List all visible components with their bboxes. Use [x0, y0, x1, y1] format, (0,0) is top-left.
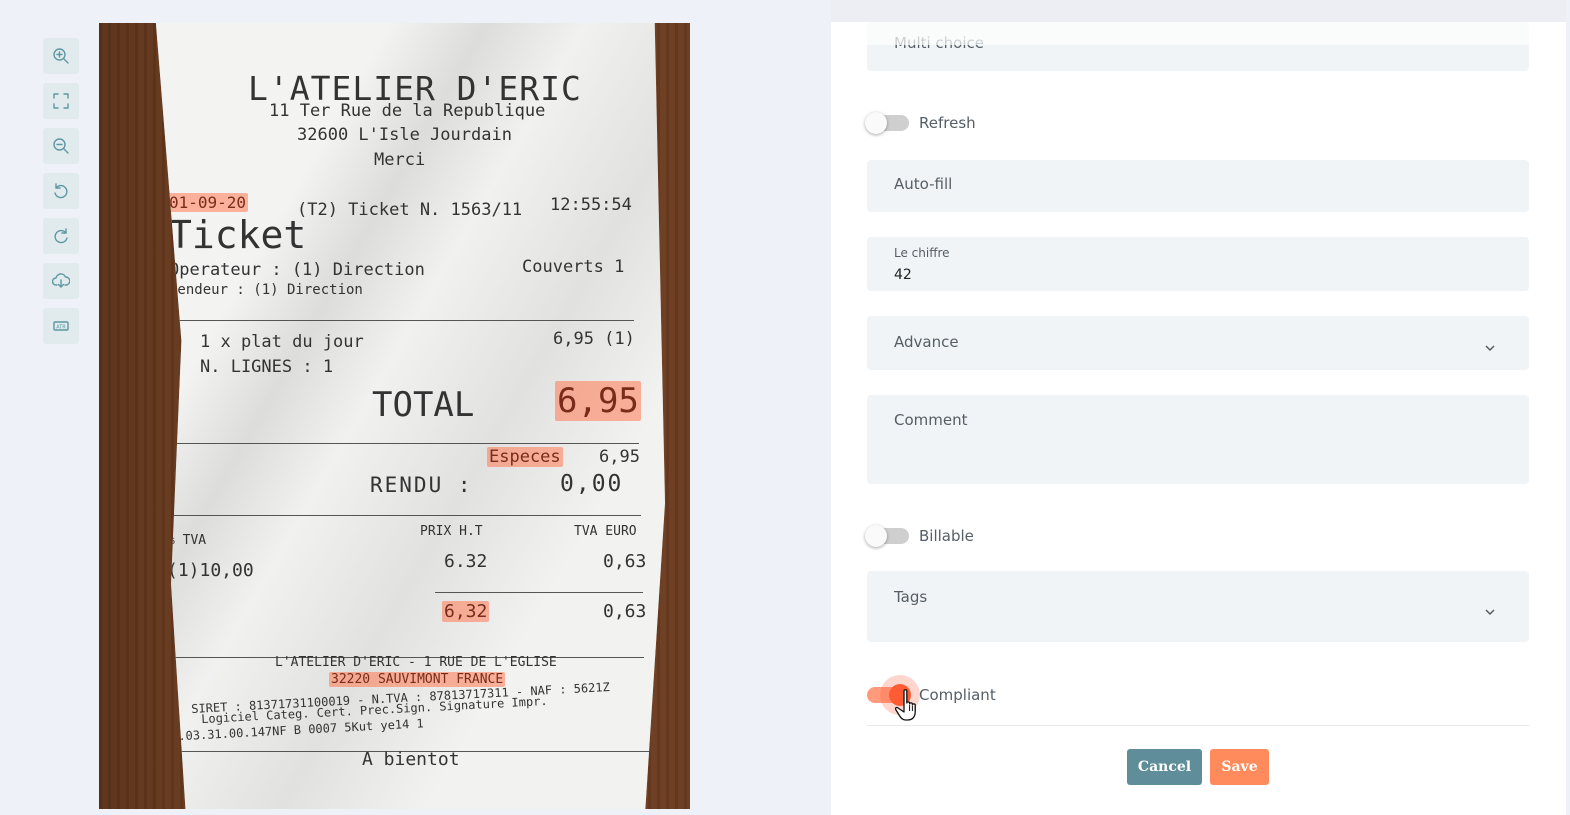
- receipt-line-2: [169, 443, 639, 444]
- advance-label: Advance: [894, 333, 959, 351]
- receipt-address1: 11 Ter Rue de la Republique: [269, 101, 546, 121]
- chiffre-label: Le chiffre: [894, 246, 950, 260]
- form-panel: Multi choice Refresh Auto-fill Le chiffr…: [831, 0, 1566, 815]
- fit-screen-icon: [53, 93, 69, 109]
- receipt-prix-header: PRIX H.T: [420, 524, 483, 539]
- zoom-out-button[interactable]: [43, 128, 79, 164]
- receipt-viewer[interactable]: L'ATELIER D'ERIC 11 Ter Rue de la Republ…: [99, 23, 690, 809]
- billable-label: Billable: [919, 527, 974, 545]
- refresh-label: Refresh: [919, 114, 976, 132]
- receipt-prix-total: 6,32: [442, 601, 490, 622]
- refresh-toggle-row[interactable]: Refresh: [865, 110, 976, 136]
- receipt-image: L'ATELIER D'ERIC 11 Ter Rue de la Republ…: [155, 23, 665, 809]
- receipt-ticket-info: (T2) Ticket N. 1563/11: [297, 200, 523, 220]
- ocr-icon: ATR: [53, 321, 69, 331]
- rotate-right-icon: [54, 228, 68, 244]
- receipt-footer1: L'ATELIER D'ERIC - 1 RUE DE L'EGLISE: [275, 655, 557, 670]
- receipt-rendu-label: RENDU :: [370, 473, 473, 497]
- cancel-button[interactable]: Cancel: [1127, 749, 1202, 785]
- receipt-thanks: Merci: [374, 150, 426, 170]
- rotate-left-button[interactable]: [43, 173, 79, 209]
- fit-screen-button[interactable]: [43, 83, 79, 119]
- tags-select[interactable]: Tags: [867, 571, 1529, 642]
- receipt-rendu-value: 0,00: [560, 471, 624, 497]
- receipt-couverts: Couverts 1: [522, 257, 625, 277]
- receipt-date: 01-09-20: [167, 193, 249, 212]
- download-button[interactable]: [43, 263, 79, 299]
- comment-textarea[interactable]: Comment: [867, 395, 1529, 484]
- receipt-tva-euro-header: TVA EURO: [574, 524, 637, 539]
- refresh-toggle[interactable]: [865, 112, 909, 134]
- tags-label: Tags: [894, 588, 928, 606]
- receipt-time: 12:55:54: [550, 195, 632, 215]
- footer-divider: [867, 725, 1529, 726]
- viewer-toolbar: ATR: [43, 38, 79, 353]
- receipt-especes-label: Especes: [487, 447, 563, 467]
- billable-toggle-row[interactable]: Billable: [865, 523, 974, 549]
- receipt-item-price: 6,95 (1): [553, 329, 635, 349]
- download-icon: [52, 273, 70, 288]
- receipt-prix-value: 6.32: [444, 551, 488, 572]
- chevron-down-icon: [1485, 338, 1495, 351]
- receipt-ticket-word: Ticket: [169, 213, 307, 257]
- panel-top-mask: [831, 0, 1566, 45]
- hand-cursor-icon: [895, 689, 916, 721]
- chiffre-value: 42: [894, 267, 912, 283]
- compliant-toggle-row[interactable]: Compliant: [867, 682, 996, 708]
- autofill-field[interactable]: Auto-fill: [867, 160, 1529, 212]
- advance-select[interactable]: Advance: [867, 316, 1529, 370]
- receipt-footer2: 32220 SAUVIMONT FRANCE: [329, 672, 506, 687]
- ocr-button[interactable]: ATR: [43, 308, 79, 344]
- receipt-goodbye: A bientot: [362, 749, 460, 770]
- billable-toggle-knob: [865, 525, 887, 547]
- receipt-vendeur: Vendeur : (1) Direction: [169, 282, 363, 298]
- receipt-tva-total: 0,63: [603, 601, 647, 622]
- receipt-tva-rate: (1)10,00: [167, 560, 254, 581]
- receipt-especes-value: 6,95: [599, 447, 640, 467]
- chevron-down-icon: [1485, 602, 1495, 615]
- receipt-total-value: 6,95: [555, 381, 641, 421]
- receipt-tva-value: 0,63: [603, 551, 647, 572]
- receipt-lines: N. LIGNES : 1: [200, 357, 334, 377]
- autofill-label: Auto-fill: [894, 175, 953, 193]
- billable-toggle[interactable]: [865, 525, 909, 547]
- receipt-total-label: TOTAL: [372, 385, 475, 425]
- svg-text:ATR: ATR: [56, 324, 66, 330]
- refresh-toggle-knob: [865, 112, 887, 134]
- zoom-in-icon: [53, 48, 69, 64]
- receipt-item: 1 x plat du jour: [200, 332, 364, 352]
- rotate-left-icon: [54, 183, 68, 199]
- receipt-line-3: [169, 515, 641, 516]
- receipt-line-1: [169, 320, 634, 321]
- receipt-address2: 32600 L'Isle Jourdain: [297, 125, 512, 145]
- receipt-tva-header: % TVA: [167, 533, 207, 548]
- zoom-out-icon: [53, 138, 69, 154]
- save-button[interactable]: Save: [1210, 749, 1269, 785]
- receipt-operator: Operateur : (1) Direction: [169, 260, 425, 280]
- chiffre-input[interactable]: Le chiffre 42: [867, 237, 1529, 291]
- zoom-in-button[interactable]: [43, 38, 79, 74]
- compliant-label: Compliant: [919, 686, 996, 704]
- comment-label: Comment: [894, 411, 968, 429]
- receipt-line-4: [435, 592, 643, 593]
- rotate-right-button[interactable]: [43, 218, 79, 254]
